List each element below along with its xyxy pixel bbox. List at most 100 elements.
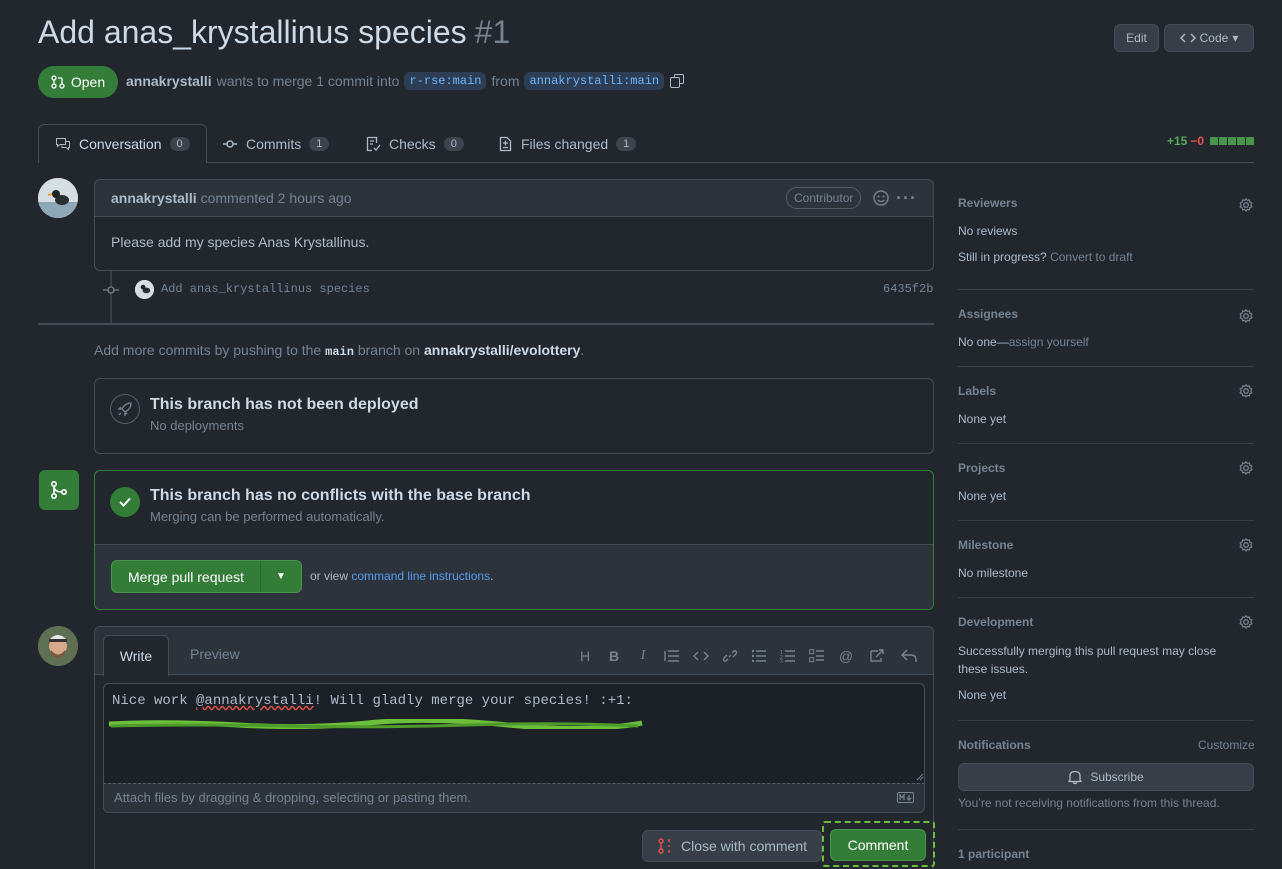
code-icon[interactable]	[691, 646, 711, 666]
development-heading[interactable]: Development	[958, 615, 1254, 629]
reply-icon[interactable]	[899, 646, 919, 666]
sidebar-divider	[958, 366, 1254, 367]
deploy-title: This branch has not been deployed	[150, 396, 419, 413]
issue-closed-icon	[657, 838, 673, 854]
tab-counter: 0	[169, 137, 190, 151]
base-branch[interactable]: r-rse:main	[404, 72, 487, 90]
italic-icon[interactable]: I	[633, 646, 653, 666]
rocket-icon	[110, 394, 140, 424]
customize-link[interactable]: Customize	[1198, 738, 1255, 752]
tab-counter: 1	[309, 136, 330, 151]
markdown-icon[interactable]	[897, 792, 914, 803]
tab-checks[interactable]: Checks 0	[365, 124, 464, 163]
sidebar-divider	[958, 289, 1254, 290]
assignees-heading[interactable]: Assignees	[958, 307, 1254, 321]
kebab-menu-icon[interactable]: ···	[896, 188, 917, 209]
tab-conversation[interactable]: Conversation 0	[38, 124, 207, 163]
attach-text: Attach files by dragging & dropping, sel…	[114, 790, 471, 805]
comment-timestamp[interactable]: commented 2 hours ago	[201, 190, 352, 206]
tab-commits[interactable]: Commits 1	[222, 124, 330, 163]
pr-title-text: Add anas_krystallinus species	[38, 14, 467, 50]
milestone-heading[interactable]: Milestone	[958, 538, 1254, 552]
check-circle-icon	[110, 487, 140, 517]
comment-button[interactable]: Comment	[830, 829, 926, 861]
tab-label: Conversation	[79, 136, 162, 152]
labels-value: None yet	[958, 412, 1007, 426]
edit-button[interactable]: Edit	[1114, 24, 1159, 52]
convert-to-draft-link[interactable]: Convert to draft	[1050, 250, 1133, 264]
push-hint-middle: branch on	[357, 342, 421, 358]
participants-heading: 1 participant	[958, 847, 1030, 861]
comment-author-link[interactable]: annakrystalli	[111, 190, 197, 206]
labels-heading[interactable]: Labels	[958, 384, 1254, 398]
pull-request-icon	[51, 75, 65, 89]
sidebar-projects: Projects None yet	[958, 461, 1254, 503]
svg-text:3: 3	[780, 659, 783, 663]
sidebar-reviewers: Reviewers No reviews Still in progress? …	[958, 196, 1254, 264]
head-branch[interactable]: annakrystalli:main	[524, 72, 665, 90]
timeline-line	[110, 270, 112, 324]
sidebar-divider	[958, 520, 1254, 521]
gear-icon[interactable]	[1238, 308, 1254, 324]
pr-author-link[interactable]: annakrystalli	[126, 73, 212, 89]
cross-reference-icon[interactable]	[867, 646, 887, 666]
close-with-comment-button[interactable]: Close with comment	[642, 830, 822, 862]
code-button[interactable]: Code ▾	[1164, 24, 1254, 52]
gear-icon[interactable]	[1238, 197, 1254, 213]
merge-options-dropdown[interactable]: ▼	[261, 561, 301, 592]
merge-pull-request-button[interactable]: Merge pull request	[112, 561, 261, 592]
push-hint-repo-link[interactable]: annakrystalli/evolottery	[424, 342, 580, 358]
bold-icon[interactable]: B	[604, 646, 624, 666]
pr-state-label: Open	[70, 74, 106, 90]
resize-handle-icon[interactable]	[916, 773, 924, 781]
push-hint: Add more commits by pushing to the main …	[94, 342, 584, 359]
assignees-value: No one—assign yourself	[958, 335, 1254, 349]
tab-write[interactable]: Write	[103, 635, 169, 676]
git-commit-icon	[222, 136, 238, 152]
commit-sha-link[interactable]: 6435f2b	[883, 282, 933, 296]
development-description: Successfully merging this pull request m…	[958, 644, 1217, 676]
checklist-icon	[365, 136, 381, 152]
gear-icon[interactable]	[1238, 460, 1254, 476]
author-avatar[interactable]	[38, 178, 78, 218]
assign-yourself-link[interactable]: assign yourself	[1009, 335, 1089, 349]
gear-icon[interactable]	[1238, 537, 1254, 553]
tab-preview[interactable]: Preview	[190, 646, 240, 662]
current-user-avatar[interactable]	[38, 626, 78, 666]
tabs-divider	[38, 162, 1254, 163]
tab-files-changed[interactable]: Files changed 1	[497, 124, 637, 163]
diff-added: +15	[1166, 134, 1188, 148]
merge-sub: Merging can be performed automatically.	[150, 509, 385, 524]
copy-icon[interactable]	[669, 73, 685, 89]
reviewers-heading[interactable]: Reviewers	[958, 196, 1254, 210]
push-hint-branch: main	[325, 345, 354, 359]
commit-message-link[interactable]: Add anas_krystallinus species	[161, 282, 370, 296]
cli-period: .	[490, 569, 494, 583]
deploy-sub: No deployments	[150, 418, 244, 433]
tab-label: Files changed	[521, 135, 609, 152]
quote-icon[interactable]	[662, 646, 682, 666]
merge-title: This branch has no conflicts with the ba…	[150, 487, 531, 504]
projects-heading[interactable]: Projects	[958, 461, 1254, 475]
scribble-annotation	[108, 719, 643, 729]
unordered-list-icon[interactable]	[749, 646, 769, 666]
commit-author-avatar[interactable]	[135, 280, 154, 299]
merge-status: This branch has no conflicts with the ba…	[150, 487, 531, 524]
push-hint-prefix: Add more commits by pushing to the	[94, 342, 322, 358]
smiley-icon[interactable]	[872, 189, 890, 207]
heading-icon[interactable]: H	[575, 646, 595, 666]
bell-icon	[1068, 769, 1083, 785]
sidebar-divider	[958, 597, 1254, 598]
ordered-list-icon[interactable]: 123	[778, 646, 798, 666]
gear-icon[interactable]	[1238, 614, 1254, 630]
link-icon[interactable]	[720, 646, 740, 666]
pr-number: #1	[474, 14, 511, 50]
task-list-icon[interactable]	[807, 646, 827, 666]
code-icon	[1179, 32, 1196, 44]
gear-icon[interactable]	[1238, 383, 1254, 399]
command-line-instructions-link[interactable]: command line instructions	[351, 569, 490, 583]
subscribe-button[interactable]: Subscribe	[958, 763, 1254, 791]
mention-icon[interactable]: @	[836, 646, 856, 666]
tab-counter: 1	[616, 136, 637, 151]
git-merge-icon	[39, 470, 79, 510]
